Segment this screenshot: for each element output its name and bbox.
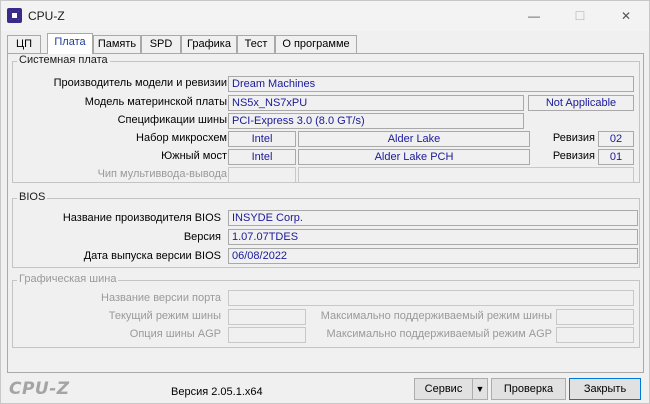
bios-vendor-label: Название производителя BIOS [62, 212, 221, 224]
bios-group: BIOS Название производителя BIOS INSYDE … [12, 191, 640, 268]
chipset-name-value: Alder Lake [298, 131, 530, 147]
chipset-label: Набор микросхем [136, 132, 227, 144]
maximize-button[interactable]: ☐ [557, 1, 603, 31]
side-band-label: Опция шины AGP [129, 328, 221, 340]
southbridge-revision-label: Ревизия [552, 150, 595, 162]
tab-spd[interactable]: SPD [141, 35, 181, 53]
model-label: Модель материнской платы [84, 96, 227, 108]
tab-about[interactable]: О программе [275, 35, 357, 53]
max-supported-agp-value [556, 327, 634, 343]
model-revision-value: Not Applicable [528, 95, 634, 111]
bios-vendor-value: INSYDE Corp. [228, 210, 638, 226]
chipset-revision-label: Ревизия [552, 132, 595, 144]
title-bar: CPU-Z — ☐ ✕ [1, 1, 649, 31]
side-band-value [228, 327, 306, 343]
graphic-version-value [228, 290, 634, 306]
window-title: CPU-Z [28, 9, 65, 23]
chipset-vendor-value: Intel [228, 131, 296, 147]
tab-graphics[interactable]: Графика [181, 35, 237, 53]
mainboard-panel: Системная плата Производитель модели и р… [7, 53, 644, 373]
motherboard-group: Системная плата Производитель модели и р… [12, 54, 640, 183]
close-button[interactable]: Закрыть [569, 378, 641, 400]
model-value: NS5x_NS7xPU [228, 95, 524, 111]
footer-bar: CPU-Z Версия 2.05.1.x64 Сервис ▼ Проверк… [1, 373, 649, 403]
tab-memory[interactable]: Память [93, 35, 141, 53]
close-window-button[interactable]: ✕ [603, 1, 649, 31]
lpcio-name-value [298, 167, 634, 183]
max-supported-agp-label: Максимально поддерживаемый режим AGP [326, 328, 552, 340]
max-supported-value [556, 309, 634, 325]
lpcio-label: Чип мультиввода-вывода [97, 168, 227, 180]
lpcio-vendor-value [228, 167, 296, 183]
chipset-revision-value: 02 [598, 131, 634, 147]
bios-version-value: 1.07.07TDES [228, 229, 638, 245]
motherboard-group-title: Системная плата [17, 54, 110, 66]
cpuz-logo: CPU-Z [9, 379, 70, 399]
graphic-group-title: Графическая шина [17, 273, 119, 285]
tools-dropdown-icon[interactable]: ▼ [472, 378, 488, 400]
manufacturer-label: Производитель модели и ревизии [53, 77, 227, 89]
southbridge-revision-value: 01 [598, 149, 634, 165]
southbridge-vendor-value: Intel [228, 149, 296, 165]
link-width-value [228, 309, 306, 325]
bios-version-label: Версия [183, 231, 221, 243]
tab-mainboard[interactable]: Плата [47, 33, 93, 54]
graphic-version-label: Название версии порта [101, 292, 221, 304]
cpuz-app-icon [7, 8, 22, 23]
bios-date-label: Дата выпуска версии BIOS [83, 250, 221, 262]
cpuz-window: CPU-Z — ☐ ✕ ЦП Плата Память SPD Графика … [0, 0, 650, 404]
southbridge-name-value: Alder Lake PCH [298, 149, 530, 165]
validate-button[interactable]: Проверка [491, 378, 566, 400]
graphic-interface-group: Графическая шина Название версии порта Т… [12, 273, 640, 348]
max-supported-label: Максимально поддерживаемый режим шины [320, 310, 552, 322]
bios-date-value: 06/08/2022 [228, 248, 638, 264]
tools-button[interactable]: Сервис [414, 378, 473, 400]
bus-spec-value: PCI-Express 3.0 (8.0 GT/s) [228, 113, 524, 129]
tab-cpu[interactable]: ЦП [7, 35, 41, 53]
bus-spec-label: Спецификации шины [117, 114, 227, 126]
southbridge-label: Южный мост [161, 150, 227, 162]
link-width-label: Текущий режим шины [108, 310, 221, 322]
version-text: Версия 2.05.1.x64 [171, 386, 263, 398]
manufacturer-value: Dream Machines [228, 76, 634, 92]
minimize-button[interactable]: — [511, 1, 557, 31]
bios-group-title: BIOS [17, 191, 48, 203]
tab-bench[interactable]: Тест [237, 35, 275, 53]
